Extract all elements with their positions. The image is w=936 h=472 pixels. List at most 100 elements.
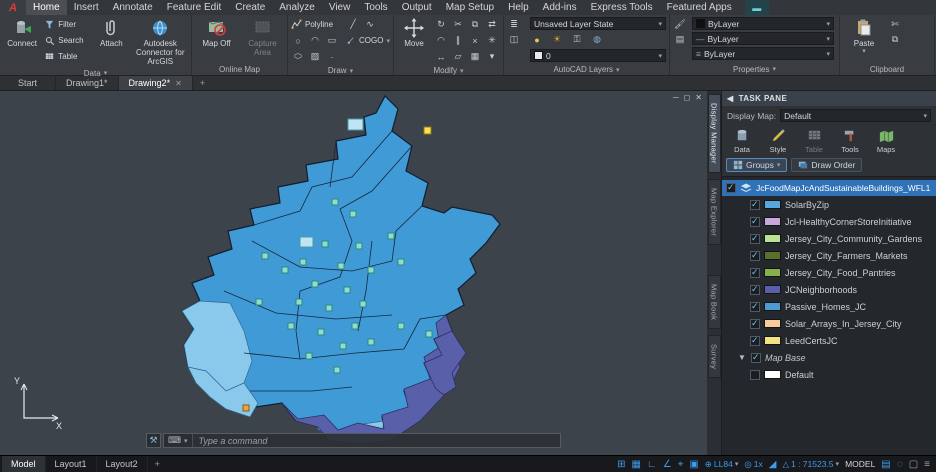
layer-checkbox[interactable] [750,250,760,261]
close-drawing2-icon[interactable]: ✕ [175,79,182,88]
filter-button[interactable]: Filter [44,17,90,32]
tab-drawing1[interactable]: Drawing1* [56,76,119,90]
menu-tab-insert[interactable]: Insert [67,0,106,15]
layer-checkbox[interactable] [750,318,760,329]
menu-tab-help[interactable]: Help [501,0,536,15]
tree-row[interactable]: Jersey_City_Farmers_Markets [722,247,936,264]
current-layer-dropdown[interactable]: 0 ▾ [530,49,666,62]
lineweight-dropdown[interactable]: ≡ ByLayer ▾ [692,47,834,60]
menu-tab-featured-apps[interactable]: Featured Apps [660,0,739,15]
layer-state-dropdown[interactable]: Unsaved Layer State ▾ [530,17,666,30]
isolate-objects-icon[interactable]: ◌ [897,459,903,470]
root-checkbox[interactable] [726,182,736,193]
panel-label-autocad-layers[interactable]: AutoCAD Layers ▾ [504,64,669,75]
tp-style-button[interactable]: Style [762,127,794,154]
layer-properties-icon[interactable]: ≣ [507,17,521,31]
clean-screen-icon[interactable]: ▢ [909,459,918,470]
polyline-button[interactable]: Polyline [291,17,343,32]
draw-extra-row[interactable]: ╱ ∿ [346,17,390,32]
modify-row-3[interactable]: ↔ ▱ ▦ ▾ [434,49,500,64]
tab-drawing2[interactable]: Drawing2* ✕ [118,76,193,90]
modify-row-1[interactable]: ↻ ✂ ⧉ ⇄ [434,17,500,32]
layout2-tab[interactable]: Layout2 [97,456,148,472]
layer-isolate-icon[interactable]: ◫ [507,32,521,46]
tree-row[interactable]: SolarByZip [722,196,936,213]
default-basemap-row[interactable]: Default [722,366,936,383]
layer-checkbox[interactable] [750,335,760,346]
osnap-toggle-icon[interactable]: ⌖ [678,459,684,470]
tp-maps-button[interactable]: Maps [870,127,902,154]
layer-on-icon[interactable]: ● [530,33,544,47]
ortho-toggle-icon[interactable]: ∟ [647,459,657,470]
tab-survey[interactable]: Survey [707,335,721,379]
command-line[interactable]: ⌨ ▾ Type a command [163,433,561,448]
viewport-scale-control[interactable]: △ 1 : 71523.5 ▾ [782,459,839,470]
annotation-scale-control[interactable]: ◎ 1x [744,459,762,470]
menu-tab-map-setup[interactable]: Map Setup [439,0,501,15]
menu-tab-analyze[interactable]: Analyze [272,0,322,15]
tree-row[interactable]: JCNeighborhoods [722,281,936,298]
layer-plot-icon[interactable]: ◍ [590,33,604,47]
grid-toggle-icon[interactable]: ⊞ [617,459,625,470]
tree-row[interactable]: Jersey_City_Food_Pantries [722,264,936,281]
tree-row[interactable]: Passive_Homes_JC [722,298,936,315]
menu-tab-create[interactable]: Create [228,0,272,15]
display-map-dropdown[interactable]: Default ▾ [780,109,931,122]
table-button[interactable]: Table [44,49,90,64]
tp-table-button[interactable]: Table [798,127,830,154]
menu-tab-view[interactable]: View [322,0,358,15]
panel-label-properties[interactable]: Properties ▾ [670,63,839,75]
restore-window-icon[interactable]: ◻ [684,93,691,102]
tab-map-book[interactable]: Map Book [707,274,721,330]
linetype-dropdown[interactable]: — ByLayer ▾ [692,32,834,45]
layer-thaw-icon[interactable]: ☀ [550,33,564,47]
tab-map-explorer[interactable]: Map Explorer [707,178,721,245]
dynamic-input-toggle-icon[interactable]: ▣ [689,459,698,470]
capture-area-button[interactable]: Capture Area [241,17,284,57]
paste-button[interactable]: Paste ▾ [843,17,885,56]
tree-row[interactable]: Solar_Arrays_In_Jersey_City [722,315,936,332]
layout1-tab[interactable]: Layout1 [46,456,97,472]
polar-toggle-icon[interactable]: ∠ [663,459,672,470]
tab-start[interactable]: Start [0,76,57,90]
menu-tab-feature-edit[interactable]: Feature Edit [160,0,228,15]
ellipse-tool-button[interactable]: ⬭ ▨ · [291,49,343,64]
tp-data-button[interactable]: Data [726,127,758,154]
layer-checkbox[interactable] [750,301,760,312]
layer-checkbox[interactable] [750,267,760,278]
properties-list-icon[interactable]: ▤ [673,32,687,46]
tree-row[interactable]: Jersey_City_Community_Gardens [722,230,936,247]
copy-clip-icon[interactable]: ⧉ [888,32,902,46]
arcgis-connector-button[interactable]: Autodesk Connector for ArcGIS [133,17,188,67]
command-customize-icon[interactable]: ⚒ [146,433,161,448]
command-tools[interactable]: ⌨ ▾ [164,434,193,447]
panel-label-modify[interactable]: Modify ▾ [394,66,503,75]
ribbon-minimize-icon[interactable]: ▬ [744,0,769,15]
menu-tab-add-ins[interactable]: Add-ins [536,0,584,15]
panel-label-draw[interactable]: Draw ▾ [288,66,393,75]
modify-row-2[interactable]: ◠ ∥ × ✳ [434,33,500,48]
tree-root-row[interactable]: JcFoodMapJcAndSustainableBuildings_WFL1 [722,180,936,196]
cogo-button[interactable]: COGO ▾ [346,33,390,48]
menu-tab-express-tools[interactable]: Express Tools [584,0,660,15]
model-tab[interactable]: Model [2,456,46,472]
search-button[interactable]: Search [44,33,90,48]
snap-toggle-icon[interactable]: ▦ [631,459,640,470]
match-properties-icon[interactable]: 🖌 [673,17,687,31]
isodraft-toggle-icon[interactable]: ◢ [769,459,777,470]
map-base-checkbox[interactable] [751,352,761,363]
object-color-dropdown[interactable]: ByLayer ▾ [692,17,834,30]
move-button[interactable]: Move [397,17,431,48]
layer-checkbox[interactable] [750,233,760,244]
cut-icon[interactable]: ✄ [888,17,902,31]
layer-checkbox[interactable] [750,216,760,227]
map-base-row[interactable]: ▼ Map Base [722,349,936,366]
coordinate-system-control[interactable]: ⊕ LL84 ▾ [705,459,739,470]
attach-button[interactable]: Attach [93,17,129,48]
new-drawing-button[interactable]: + [193,76,212,90]
layer-checkbox[interactable] [750,199,760,210]
collapse-pane-icon[interactable]: ◀ [727,94,734,103]
tab-display-manager[interactable]: Display Manager [707,94,721,173]
command-input[interactable]: Type a command [193,436,268,446]
hardware-acceleration-icon[interactable]: ▤ [881,459,890,470]
